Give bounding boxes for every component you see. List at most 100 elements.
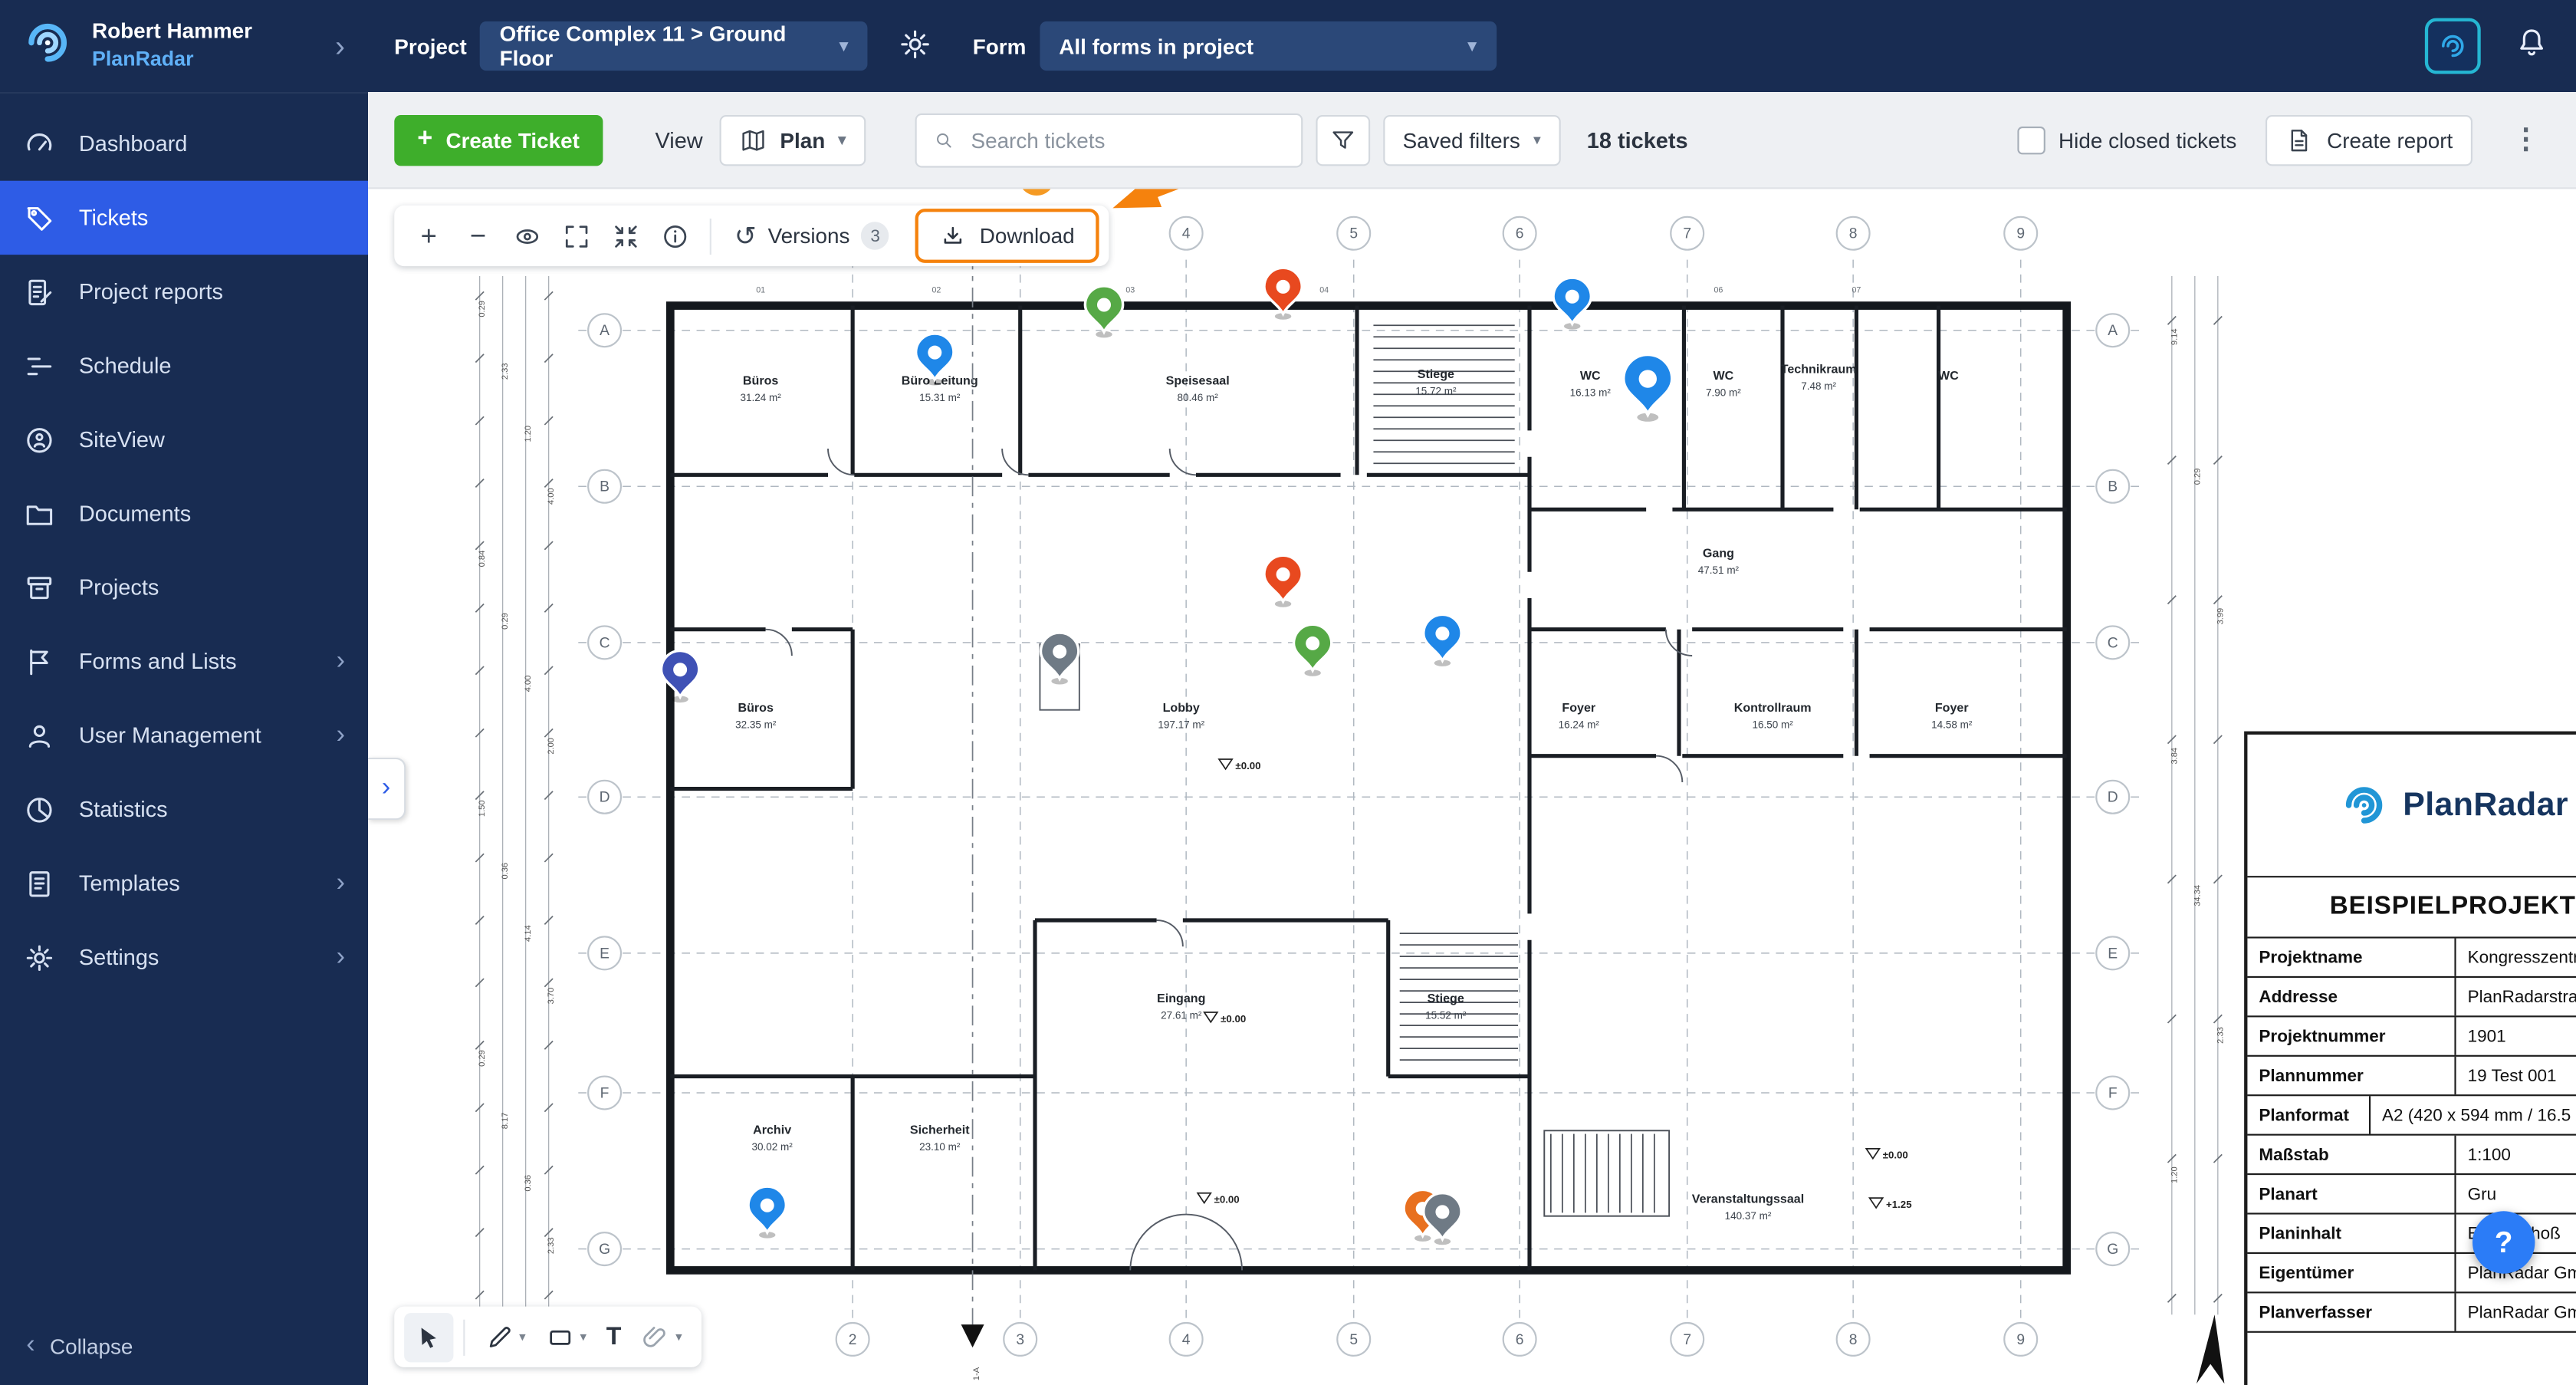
map-pin[interactable]: [1294, 624, 1332, 676]
view-mode-selector[interactable]: Plan ▾: [719, 114, 866, 165]
dashboard-icon: [23, 127, 56, 160]
titleblock-field-label: Projektname: [2247, 939, 2456, 976]
project-settings-button[interactable]: [897, 26, 936, 65]
chevron-down-icon: ▾: [838, 130, 846, 149]
pdf-file-icon: [2286, 126, 2314, 153]
svg-text:8: 8: [1849, 226, 1858, 242]
pen-icon: [485, 1322, 514, 1352]
room-label: WC: [1580, 369, 1601, 383]
sidebar-item-siteview[interactable]: SiteView: [0, 403, 368, 476]
titleblock-field-value: 19 Test 001: [2456, 1057, 2576, 1094]
sidebar: Robert Hammer PlanRadar › Dashboard Tick…: [0, 0, 368, 1385]
sidebar-expand-icon[interactable]: ›: [329, 29, 352, 64]
svg-text:3.84: 3.84: [2170, 748, 2179, 765]
sidebar-item-forms-and-lists[interactable]: Forms and Lists ›: [0, 624, 368, 698]
siteview-icon: [23, 423, 56, 456]
versions-button[interactable]: ↺ Versions 3: [721, 219, 902, 252]
chevron-down-icon: ▾: [1468, 37, 1477, 55]
section-marker: 1-A: [961, 250, 984, 1380]
map-pin[interactable]: [1041, 633, 1079, 685]
titleblock-logo: PlanRadar: [2247, 735, 2576, 877]
saved-filters-selector[interactable]: Saved filters ▾: [1383, 114, 1561, 165]
room-label: Foyer: [1562, 701, 1595, 715]
room-label: Archiv: [753, 1123, 791, 1137]
titleblock-row: PlanverfasserPlanRadar GmbH: [2247, 1293, 2576, 1332]
svg-text:1.20: 1.20: [524, 426, 533, 442]
sidebar-item-label: Project reports: [79, 279, 223, 304]
sidebar-nav: Dashboard Tickets Project reports Schedu…: [0, 107, 368, 994]
plan-grid: 2233445566778899AABBCCDDEEFFGG: [578, 217, 2145, 1356]
user-name: Robert Hammer: [92, 18, 312, 46]
stairs: [1373, 325, 1669, 1216]
search-input[interactable]: [968, 126, 1284, 153]
topbar: Project Office Complex 11 > Ground Floor…: [368, 0, 2576, 92]
planradar-app-button[interactable]: [2425, 18, 2481, 74]
template-icon: [23, 867, 56, 900]
checkbox-icon[interactable]: [2017, 126, 2045, 153]
map-pin[interactable]: [748, 1186, 786, 1239]
hide-closed-toggle[interactable]: Hide closed tickets: [2017, 126, 2236, 153]
app-window: Robert Hammer PlanRadar › Dashboard Tick…: [0, 0, 2576, 1385]
map-pin[interactable]: [1623, 354, 1672, 422]
create-report-button[interactable]: Create report: [2266, 114, 2472, 165]
pen-tool[interactable]: ▾: [475, 1312, 535, 1361]
zoom-in-button[interactable]: +: [404, 211, 453, 260]
panel-expander-tab[interactable]: ›: [368, 758, 406, 820]
visibility-eye-button[interactable]: [503, 211, 552, 260]
map-pin[interactable]: [1424, 614, 1461, 666]
brand-name: PlanRadar: [92, 47, 312, 74]
titleblock-field-label: Planart: [2247, 1175, 2456, 1212]
shape-tool[interactable]: ▾: [536, 1312, 596, 1361]
sidebar-item-dashboard[interactable]: Dashboard: [0, 107, 368, 180]
more-options-button[interactable]: ⋮: [2502, 123, 2550, 156]
text-tool[interactable]: T: [596, 1312, 631, 1361]
form-selector[interactable]: All forms in project ▾: [1040, 21, 1497, 71]
sidebar-item-projects[interactable]: Projects: [0, 551, 368, 624]
map-pin[interactable]: [1264, 268, 1302, 320]
titleblock-field-label: Planformat: [2247, 1096, 2371, 1133]
svg-text:E: E: [600, 946, 610, 962]
ticket-pins: [662, 268, 1673, 1245]
sidebar-item-project-reports[interactable]: Project reports: [0, 255, 368, 328]
filter-button[interactable]: [1316, 114, 1370, 165]
form-selector-value: All forms in project: [1059, 34, 1254, 58]
help-button[interactable]: ?: [2472, 1211, 2535, 1273]
sidebar-item-tickets[interactable]: Tickets: [0, 181, 368, 255]
attachment-tool[interactable]: ▾: [631, 1312, 692, 1361]
sidebar-item-documents[interactable]: Documents: [0, 476, 368, 550]
chevron-down-icon: ▾: [580, 1330, 586, 1344]
history-icon: ↺: [734, 219, 757, 252]
map-pin[interactable]: [1553, 278, 1591, 330]
svg-text:9: 9: [2016, 226, 2025, 242]
sidebar-item-templates[interactable]: Templates ›: [0, 847, 368, 920]
project-selector[interactable]: Office Complex 11 > Ground Floor ▾: [480, 21, 868, 71]
walls: [670, 306, 2066, 1271]
sidebar-item-user-management[interactable]: User Management ›: [0, 699, 368, 772]
titleblock-brand: PlanRadar: [2403, 786, 2568, 824]
sidebar-item-settings[interactable]: Settings ›: [0, 920, 368, 994]
sidebar-item-label: SiteView: [79, 427, 165, 452]
svg-text:B: B: [600, 479, 610, 495]
collapse-sidebar-button[interactable]: ‹ Collapse: [0, 1307, 368, 1385]
sidebar-item-label: Statistics: [79, 797, 168, 821]
room-area: 31.24 m²: [741, 392, 782, 403]
sidebar-item-label: Schedule: [79, 354, 172, 378]
svg-text:±0.00: ±0.00: [1235, 760, 1260, 771]
info-button[interactable]: [651, 211, 700, 260]
funnel-icon: [1329, 126, 1356, 153]
svg-text:+1.25: +1.25: [1886, 1199, 1912, 1210]
chevron-right-icon: ›: [337, 721, 345, 751]
titleblock-field-value: PlanRadarstraße 1: [2456, 978, 2576, 1015]
download-button[interactable]: Download: [915, 209, 1099, 263]
sidebar-item-schedule[interactable]: Schedule: [0, 329, 368, 403]
fit-to-screen-button[interactable]: [601, 211, 650, 260]
fullscreen-button[interactable]: [552, 211, 601, 260]
notifications-bell-button[interactable]: [2514, 24, 2550, 68]
map-pin[interactable]: [1264, 555, 1302, 607]
select-cursor-tool[interactable]: [404, 1312, 453, 1361]
zoom-out-button[interactable]: −: [453, 211, 502, 260]
svg-text:4: 4: [1182, 1332, 1191, 1348]
svg-text:A: A: [600, 323, 610, 339]
sidebar-item-statistics[interactable]: Statistics: [0, 772, 368, 846]
create-ticket-button[interactable]: + Create Ticket: [394, 114, 603, 165]
